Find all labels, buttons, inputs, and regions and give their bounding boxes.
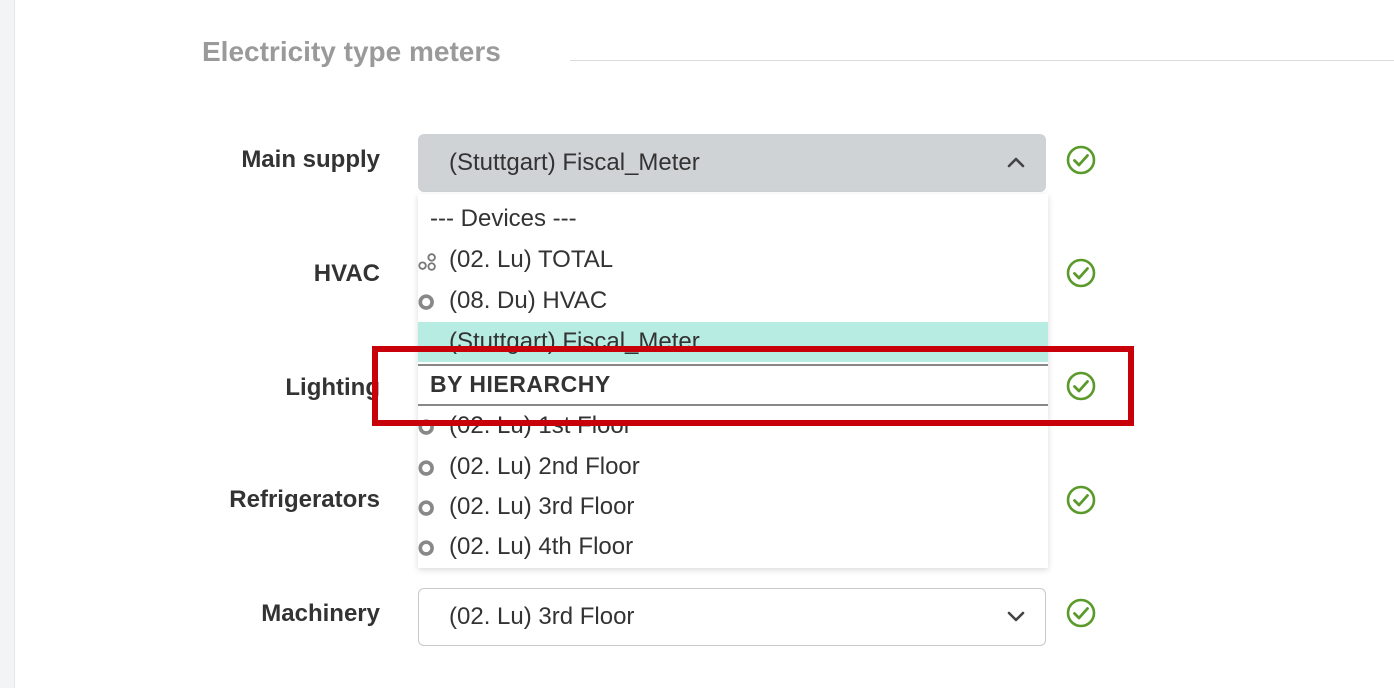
chevron-up-icon	[1007, 157, 1025, 168]
left-gutter	[0, 0, 15, 688]
dropdown-option[interactable]: (02. Lu) 1st Floor	[418, 406, 1048, 446]
option-label: (08. Du) HVAC	[449, 287, 608, 314]
option-label: (Stuttgart) Fiscal_Meter	[449, 328, 700, 355]
check-circle-icon	[1066, 371, 1096, 401]
option-label: (02. Lu) 1st Floor	[449, 412, 632, 439]
by-hierarchy-group-header: BY HIERARCHY	[418, 364, 1048, 406]
option-label: (02. Lu) 2nd Floor	[449, 453, 640, 480]
check-circle-icon	[1066, 598, 1096, 628]
chevron-down-icon	[1007, 611, 1025, 622]
devices-group-header: --- Devices ---	[418, 199, 1048, 239]
ring-node-icon	[418, 294, 434, 310]
dropdown-option[interactable]: (02. Lu) TOTAL	[418, 240, 1048, 280]
check-circle-icon	[1066, 258, 1096, 288]
main-supply-select[interactable]: (Stuttgart) Fiscal_Meter	[418, 134, 1046, 192]
main-supply-dropdown[interactable]: --- Devices --- (02. Lu) TOTAL (08. Du) …	[418, 194, 1048, 568]
hvac-label: HVAC	[313, 260, 380, 287]
option-label: (02. Lu) 3rd Floor	[449, 493, 635, 520]
machinery-label: Machinery	[261, 600, 380, 627]
main-supply-label: Main supply	[241, 146, 380, 173]
dropdown-option[interactable]: (08. Du) HVAC	[418, 281, 1048, 321]
refrigerators-label: Refrigerators	[229, 486, 380, 513]
dropdown-option[interactable]: (02. Lu) 3rd Floor	[418, 487, 1048, 527]
lighting-label: Lighting	[285, 374, 380, 401]
dropdown-option[interactable]: (02. Lu) 2nd Floor	[418, 447, 1048, 487]
dropdown-option[interactable]: (02. Lu) 4th Floor	[418, 527, 1048, 567]
ring-node-icon	[418, 540, 434, 556]
option-label: (02. Lu) 4th Floor	[449, 533, 634, 560]
ring-node-icon	[418, 419, 434, 435]
ring-node-icon	[418, 500, 434, 516]
option-label: (02. Lu) TOTAL	[449, 246, 614, 273]
multi-node-icon	[418, 253, 436, 271]
devices-group-header-label: --- Devices ---	[430, 205, 577, 232]
by-hierarchy-label: BY HIERARCHY	[430, 371, 611, 397]
ring-node-icon	[418, 460, 434, 476]
dropdown-option-selected[interactable]: (Stuttgart) Fiscal_Meter	[418, 322, 1048, 362]
machinery-selected-value: (02. Lu) 3rd Floor	[449, 603, 635, 630]
machinery-select[interactable]: (02. Lu) 3rd Floor	[418, 588, 1046, 646]
check-circle-icon	[1066, 485, 1096, 515]
section-divider	[570, 60, 1394, 61]
section-title: Electricity type meters	[202, 36, 501, 67]
main-supply-selected-value: (Stuttgart) Fiscal_Meter	[449, 149, 700, 176]
check-circle-icon	[1066, 145, 1096, 175]
